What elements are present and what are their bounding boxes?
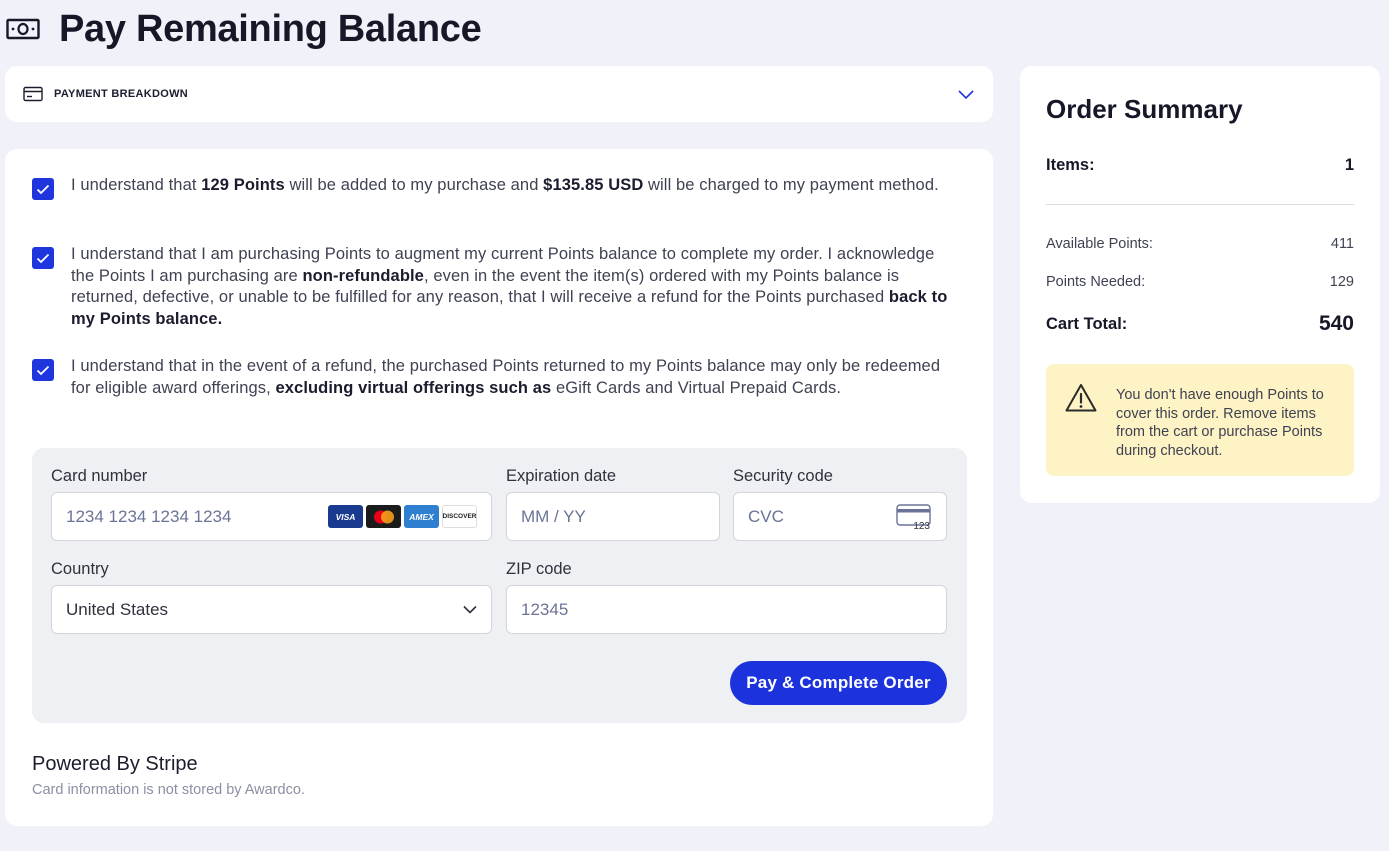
- amex-icon: AMEX: [404, 505, 439, 528]
- payment-breakdown-panel[interactable]: PAYMENT BREAKDOWN: [5, 66, 993, 122]
- country-label: Country: [51, 560, 109, 578]
- card-storage-note: Card information is not stored by Awardc…: [32, 782, 305, 798]
- points-needed-value: 129: [1329, 274, 1354, 290]
- page-header: Pay Remaining Balance: [6, 6, 482, 52]
- agreement-fragment: will be added to my purchase and: [284, 176, 544, 194]
- payment-card: I understand that 129 Points will be add…: [5, 149, 993, 826]
- cvc-card-icon: 123: [896, 503, 931, 530]
- agreement-checkbox[interactable]: [32, 178, 54, 200]
- points-needed-label: Points Needed:: [1046, 274, 1146, 290]
- cart-total-value: 540: [1318, 312, 1354, 335]
- checkmark-icon: [36, 253, 50, 263]
- agreement-emphasis: non-refundable: [302, 266, 424, 285]
- security-code-input[interactable]: CVC 123: [733, 492, 947, 541]
- agreement-emphasis: $135.85 USD: [543, 176, 644, 194]
- expiration-input[interactable]: MM / YY: [506, 492, 720, 541]
- agreement-text: I understand that 129 Points will be add…: [71, 175, 939, 200]
- credit-card-icon: [23, 86, 43, 102]
- card-brands: VISA AMEX DISCOVER: [325, 505, 477, 528]
- agreement-text: I understand that I am purchasing Points…: [71, 244, 952, 330]
- zip-label: ZIP code: [506, 560, 572, 578]
- items-label: Items:: [1046, 156, 1095, 174]
- cvc-number-text: 123: [913, 521, 930, 530]
- agreement-emphasis: 129 Points: [201, 176, 285, 194]
- card-number-label: Card number: [51, 467, 148, 485]
- agreement-fragment: eGift Cards and Virtual Prepaid Cards.: [551, 378, 842, 397]
- insufficient-points-warning: You don't have enough Points to cover th…: [1046, 364, 1354, 476]
- available-points-value: 411: [1330, 236, 1354, 252]
- agreement-fragment: will be charged to my payment method.: [643, 176, 939, 194]
- items-value: 1: [1344, 156, 1354, 174]
- cart-total-row: Cart Total: 540: [1046, 312, 1354, 336]
- visa-icon: VISA: [328, 505, 363, 528]
- agreement-emphasis: excluding virtual offerings such as: [275, 378, 552, 397]
- checkmark-icon: [36, 365, 50, 375]
- stripe-payment-form: Card number 1234 1234 1234 1234 VISA AME…: [32, 448, 967, 723]
- available-points-row: Available Points: 411: [1046, 236, 1354, 252]
- pay-complete-order-button[interactable]: Pay & Complete Order: [730, 661, 947, 705]
- card-number-input[interactable]: 1234 1234 1234 1234 VISA AMEX DISCOVER: [51, 492, 492, 541]
- order-summary-panel: Order Summary Items: 1 Available Points:…: [1020, 66, 1380, 503]
- cart-total-label: Cart Total:: [1046, 314, 1128, 333]
- agreement-item: I understand that in the event of a refu…: [32, 356, 952, 399]
- page-title: Pay Remaining Balance: [59, 7, 482, 50]
- zip-placeholder: 12345: [521, 599, 569, 619]
- expiration-placeholder: MM / YY: [521, 506, 586, 526]
- country-select[interactable]: United States: [51, 585, 492, 634]
- available-points-label: Available Points:: [1046, 236, 1153, 252]
- expiration-label: Expiration date: [506, 467, 617, 485]
- agreement-checkbox[interactable]: [32, 359, 54, 381]
- discover-icon: DISCOVER: [442, 505, 477, 528]
- points-needed-row: Points Needed: 129: [1046, 274, 1354, 290]
- money-icon: [6, 18, 40, 40]
- mastercard-icon: [366, 505, 401, 528]
- agreement-checkbox[interactable]: [32, 247, 54, 269]
- order-summary-title: Order Summary: [1046, 94, 1243, 124]
- powered-by-stripe: Powered By Stripe: [32, 753, 198, 775]
- agreement-text: I understand that in the event of a refu…: [71, 356, 952, 399]
- summary-divider: [1046, 204, 1354, 205]
- agreement-item: I understand that I am purchasing Points…: [32, 244, 952, 330]
- chevron-down-icon: [463, 605, 477, 614]
- security-code-placeholder: CVC: [748, 506, 784, 526]
- agreement-fragment: I understand that: [71, 176, 202, 194]
- security-code-label: Security code: [733, 467, 833, 485]
- payment-breakdown-label: PAYMENT BREAKDOWN: [54, 88, 189, 100]
- warning-text: You don't have enough Points to cover th…: [1116, 387, 1324, 459]
- warning-icon: [1065, 384, 1097, 412]
- chevron-down-icon[interactable]: [957, 85, 975, 103]
- card-number-placeholder: 1234 1234 1234 1234: [66, 506, 232, 526]
- items-row: Items: 1: [1046, 156, 1354, 175]
- checkmark-icon: [36, 184, 50, 194]
- agreement-item: I understand that 129 Points will be add…: [32, 175, 952, 200]
- zip-input[interactable]: 12345: [506, 585, 947, 634]
- country-value: United States: [66, 599, 169, 619]
